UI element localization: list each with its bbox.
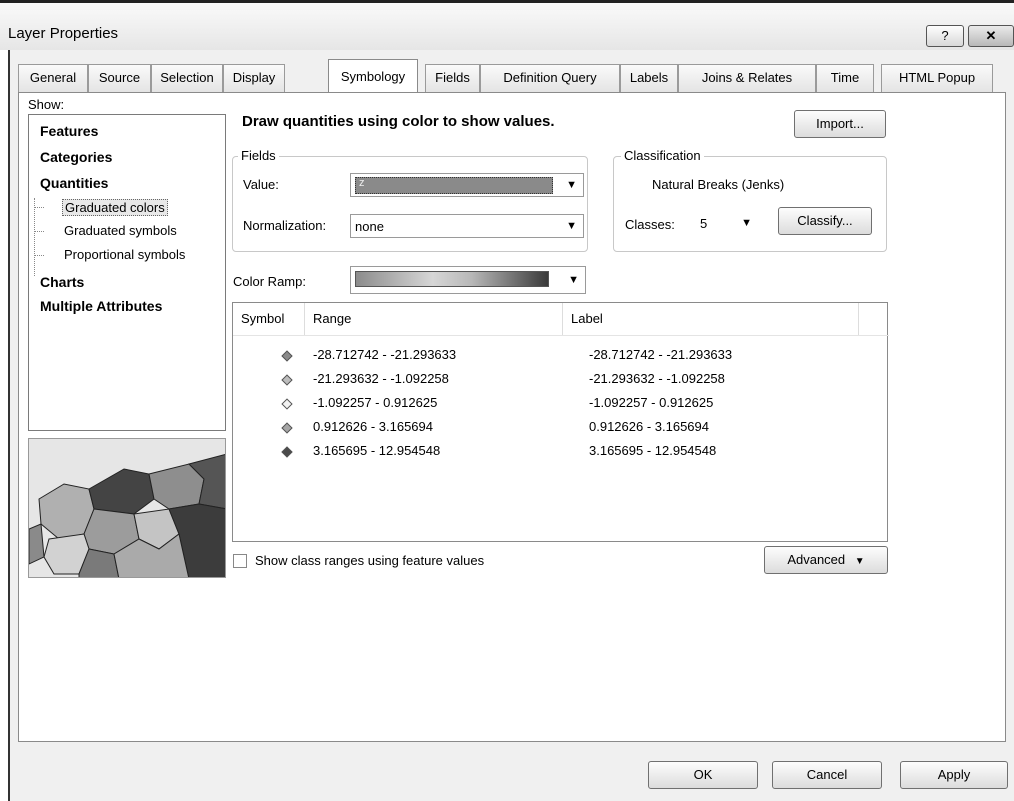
tree-item-graduated-colors[interactable]: Graduated colors	[62, 199, 168, 216]
chevron-down-icon: ▼	[854, 556, 865, 567]
tree-item-quantities[interactable]: Quantities	[40, 175, 108, 191]
symbol-swatch[interactable]	[281, 398, 293, 410]
range-cell[interactable]: 0.912626 - 3.165694	[313, 419, 433, 434]
table-row[interactable]: -21.293632 - -1.092258 -21.293632 - -1.0…	[233, 369, 889, 393]
label-cell[interactable]: -21.293632 - -1.092258	[589, 371, 725, 386]
range-cell[interactable]: -28.712742 - -21.293633	[313, 347, 456, 362]
tab-fields[interactable]: Fields	[425, 64, 480, 92]
range-cell[interactable]: 3.165695 - 12.954548	[313, 443, 440, 458]
close-button[interactable]: ✕	[968, 25, 1014, 47]
symbology-preview-map	[28, 438, 226, 578]
tree-connector	[34, 198, 35, 276]
import-button[interactable]: Import...	[794, 110, 886, 138]
advanced-label: Advanced	[787, 552, 846, 567]
tab-labels[interactable]: Labels	[620, 64, 678, 92]
tab-html-popup[interactable]: HTML Popup	[881, 64, 993, 92]
classify-button[interactable]: Classify...	[778, 207, 872, 235]
value-label: Value:	[243, 177, 279, 192]
tree-item-charts[interactable]: Charts	[40, 274, 84, 290]
ok-button[interactable]: OK	[648, 761, 758, 789]
column-header-label[interactable]: Label	[563, 303, 859, 335]
apply-button[interactable]: Apply	[900, 761, 1008, 789]
value-field-text: z	[359, 177, 365, 189]
symbol-swatch[interactable]	[281, 350, 293, 362]
help-button[interactable]: ?	[926, 25, 964, 47]
tree-connector	[34, 255, 44, 256]
label-cell[interactable]: -1.092257 - 0.912625	[589, 395, 713, 410]
classes-table: Symbol Range Label -28.712742 - -21.2936…	[232, 302, 889, 542]
column-header-range[interactable]: Range	[305, 303, 563, 335]
tree-item-multiple-attributes[interactable]: Multiple Attributes	[40, 298, 162, 314]
show-label: Show:	[28, 97, 65, 112]
tab-source[interactable]: Source	[88, 64, 151, 92]
column-header-symbol[interactable]: Symbol	[233, 303, 305, 335]
tree-connector	[34, 231, 44, 232]
tree-item-features[interactable]: Features	[40, 123, 98, 139]
label-cell[interactable]: 3.165695 - 12.954548	[589, 443, 716, 458]
tab-joins-relates[interactable]: Joins & Relates	[678, 64, 816, 92]
color-ramp-swatch	[355, 271, 549, 287]
window-title: Layer Properties	[8, 25, 119, 42]
map-thumbnail	[29, 439, 225, 577]
table-row[interactable]: 0.912626 - 3.165694 0.912626 - 3.165694	[233, 417, 889, 441]
label-cell[interactable]: -28.712742 - -21.293633	[589, 347, 732, 362]
label-cell[interactable]: 0.912626 - 3.165694	[589, 419, 709, 434]
tree-item-graduated-symbols[interactable]: Graduated symbols	[64, 223, 177, 238]
classification-method: Natural Breaks (Jenks)	[652, 177, 785, 192]
normalization-label: Normalization:	[243, 218, 327, 233]
tab-symbology[interactable]: Symbology	[328, 59, 418, 92]
tree-item-categories[interactable]: Categories	[40, 149, 112, 165]
color-ramp-label: Color Ramp:	[233, 274, 306, 289]
page-title: Draw quantities using color to show valu…	[242, 113, 555, 130]
header-divider	[233, 335, 889, 336]
classification-group	[613, 156, 887, 252]
range-cell[interactable]: -1.092257 - 0.912625	[313, 395, 437, 410]
cancel-button[interactable]: Cancel	[772, 761, 882, 789]
chevron-down-icon: ▼	[566, 220, 577, 232]
fields-group-label: Fields	[238, 148, 279, 163]
classes-value: 5	[700, 216, 708, 231]
tree-item-proportional-symbols[interactable]: Proportional symbols	[64, 247, 185, 262]
table-row[interactable]: -28.712742 - -21.293633 -28.712742 - -21…	[233, 345, 889, 369]
advanced-button[interactable]: Advanced ▼	[764, 546, 888, 574]
tab-definition-query[interactable]: Definition Query	[480, 64, 620, 92]
show-class-ranges-label: Show class ranges using feature values	[255, 553, 485, 568]
chevron-down-icon: ▼	[741, 217, 752, 229]
normalization-value: none	[355, 219, 384, 234]
table-row[interactable]: 3.165695 - 12.954548 3.165695 - 12.95454…	[233, 441, 889, 465]
value-selection-highlight	[355, 177, 553, 194]
classification-group-label: Classification	[621, 148, 704, 163]
chevron-down-icon: ▼	[566, 179, 577, 191]
classes-dropdown[interactable]: 5 ▼	[695, 211, 759, 235]
color-ramp-dropdown[interactable]: ▼	[350, 266, 586, 294]
value-dropdown[interactable]: z ▼	[350, 173, 584, 197]
symbol-swatch[interactable]	[281, 374, 293, 386]
close-icon: ✕	[985, 28, 997, 43]
normalization-dropdown[interactable]: none ▼	[350, 214, 584, 238]
tab-selection[interactable]: Selection	[151, 64, 223, 92]
tab-display[interactable]: Display	[223, 64, 285, 92]
tree-connector	[34, 207, 44, 208]
table-row[interactable]: -1.092257 - 0.912625 -1.092257 - 0.91262…	[233, 393, 889, 417]
help-icon: ?	[941, 28, 949, 43]
tab-general[interactable]: General	[18, 64, 88, 92]
show-class-ranges-checkbox[interactable]	[233, 554, 247, 568]
symbol-swatch[interactable]	[281, 446, 293, 458]
chevron-down-icon: ▼	[568, 274, 579, 286]
tab-time[interactable]: Time	[816, 64, 874, 92]
symbol-swatch[interactable]	[281, 422, 293, 434]
range-cell[interactable]: -21.293632 - -1.092258	[313, 371, 449, 386]
classes-label: Classes:	[625, 217, 675, 232]
title-bar: Layer Properties ? ✕	[0, 0, 1014, 50]
